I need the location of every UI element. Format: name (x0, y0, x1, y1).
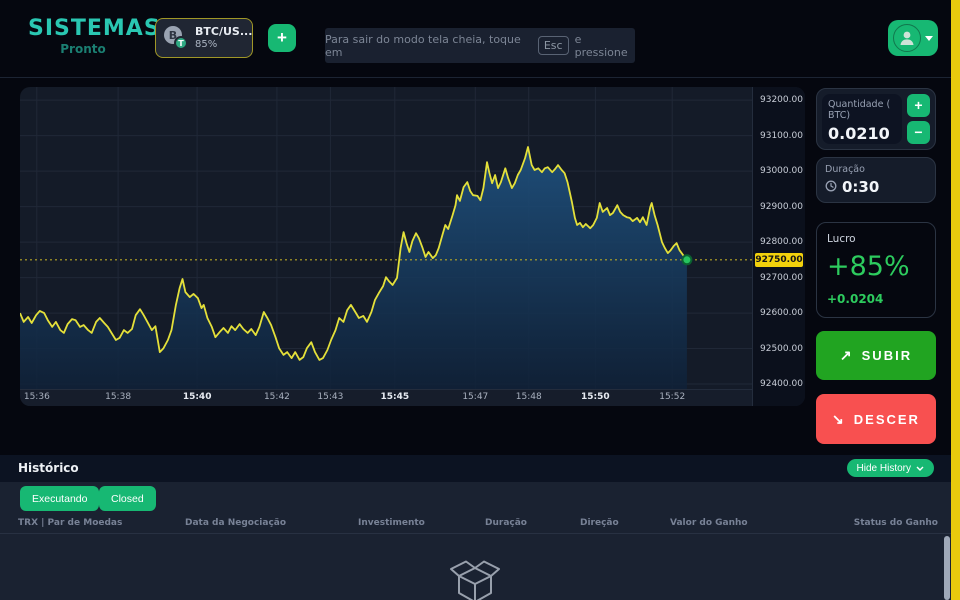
trading-app: SISTEMAS Pronto B T BTC/US... 85% + Para… (0, 0, 960, 600)
column-header-gain: Valor do Ganho (670, 518, 748, 528)
y-tick-label: 92700.00 (760, 273, 805, 283)
hide-history-button[interactable]: Hide History (847, 459, 934, 477)
duration-card[interactable]: Duração 0:30 (816, 157, 936, 203)
x-tick-label: 15:43 (308, 392, 352, 402)
current-price-tag: 92750.00 (755, 253, 803, 267)
profit-label: Lucro (827, 233, 925, 245)
user-avatar-icon (893, 24, 921, 52)
y-tick-label: 93200.00 (760, 95, 805, 105)
plus-icon: + (914, 97, 922, 113)
column-header-pair: TRX | Par de Moedas (18, 518, 122, 528)
buy-up-button[interactable]: ↗ SUBIR (816, 331, 936, 380)
history-scrollbar-thumb[interactable] (944, 536, 950, 600)
clock-icon (825, 178, 837, 196)
profit-card: Lucro +85% +0.0204 (816, 222, 936, 318)
sell-down-label: DESCER (854, 412, 920, 427)
plus-icon: + (277, 28, 287, 47)
top-header: SISTEMAS Pronto B T BTC/US... 85% + Para… (0, 0, 960, 78)
y-tick-label: 93100.00 (760, 131, 805, 141)
add-asset-button[interactable]: + (268, 24, 296, 52)
brand-logo: SISTEMAS Pronto (28, 16, 138, 56)
tether-coin-icon: T (174, 36, 188, 50)
y-tick-label: 92500.00 (760, 344, 805, 354)
y-tick-label: 92600.00 (760, 308, 805, 318)
chevron-down-icon (916, 463, 924, 474)
x-tick-label: 15:52 (650, 392, 694, 402)
amount-stepper: + − (907, 94, 930, 144)
page-scrollbar[interactable] (951, 0, 960, 600)
asset-pair-label: BTC/US... (195, 25, 252, 39)
y-tick-label: 92400.00 (760, 379, 805, 389)
brand-subtitle: Pronto (28, 42, 138, 56)
amount-label: Quantidade ( BTC) (828, 99, 896, 122)
amount-card: Quantidade ( BTC) 0.0210 + − (816, 88, 936, 150)
duration-value: 0:30 (842, 178, 879, 196)
sell-down-button[interactable]: ↘ DESCER (816, 394, 936, 444)
decrease-amount-button[interactable]: − (907, 121, 930, 144)
empty-box-icon (447, 552, 503, 600)
x-tick-label: 15:36 (20, 392, 59, 402)
history-title: Histórico (18, 461, 79, 475)
profit-percent: +85% (827, 251, 925, 282)
filter-running-button[interactable]: Executando (20, 486, 99, 511)
esc-key-badge: Esc (538, 36, 569, 55)
toast-text-after: e pressione (575, 33, 635, 59)
price-chart (20, 87, 752, 389)
column-header-investment: Investimento (358, 518, 425, 528)
x-tick-label: 15:48 (507, 392, 551, 402)
brand-title: SISTEMAS (28, 16, 138, 41)
y-tick-label: 92900.00 (760, 202, 805, 212)
arrow-up-right-icon: ↗ (840, 347, 854, 364)
increase-amount-button[interactable]: + (907, 94, 930, 117)
amount-value: 0.0210 (828, 124, 896, 143)
dropdown-caret-icon (925, 36, 933, 41)
price-chart-panel: 15:36 15:38 15:40 15:42 15:43 15:45 15:47 15:48… (20, 87, 805, 406)
asset-tab-texts: BTC/US... 85% (195, 25, 252, 51)
duration-label: Duração (825, 164, 927, 175)
x-tick-label: 15:47 (453, 392, 497, 402)
price-axis: 93200.00 93100.00 93000.00 92900.00 92800.00… (752, 87, 805, 406)
profit-amount: +0.0204 (827, 292, 925, 306)
column-header-date: Data da Negociação (185, 518, 286, 528)
history-content: Executando Closed TRX | Par de Moedas Da… (0, 482, 960, 600)
account-menu-button[interactable] (888, 20, 938, 56)
column-header-status: Status do Ganho (854, 518, 938, 528)
table-divider (0, 533, 960, 534)
y-tick-label: 92800.00 (760, 237, 805, 247)
x-tick-label: 15:40 (175, 392, 219, 402)
filter-closed-button[interactable]: Closed (99, 486, 156, 511)
toast-text-before: Para sair do modo tela cheia, toque em (325, 33, 532, 59)
column-header-direction: Direção (580, 518, 619, 528)
history-titlebar: Histórico Hide History (0, 455, 960, 482)
history-section: Histórico Hide History Executando Closed… (0, 455, 960, 600)
fullscreen-toast: Para sair do modo tela cheia, toque em E… (325, 28, 635, 63)
minus-icon: − (914, 124, 922, 140)
area-fill (20, 147, 687, 389)
arrow-down-right-icon: ↘ (832, 411, 846, 428)
hide-history-label: Hide History (857, 463, 911, 474)
asset-pair-icons: B T (164, 26, 188, 50)
asset-tab[interactable]: B T BTC/US... 85% (155, 18, 253, 58)
x-tick-label: 15:38 (96, 392, 140, 402)
y-tick-label: 93000.00 (760, 166, 805, 176)
column-header-duration: Duração (485, 518, 527, 528)
x-tick-label: 15:50 (573, 392, 617, 402)
x-tick-label: 15:42 (255, 392, 299, 402)
x-tick-label: 15:45 (373, 392, 417, 402)
amount-field[interactable]: Quantidade ( BTC) 0.0210 (822, 94, 902, 144)
asset-payout-label: 85% (195, 39, 252, 52)
buy-up-label: SUBIR (862, 348, 912, 363)
time-axis: 15:36 15:38 15:40 15:42 15:43 15:45 15:47 15:48… (20, 389, 752, 406)
last-price-dot (682, 255, 691, 264)
